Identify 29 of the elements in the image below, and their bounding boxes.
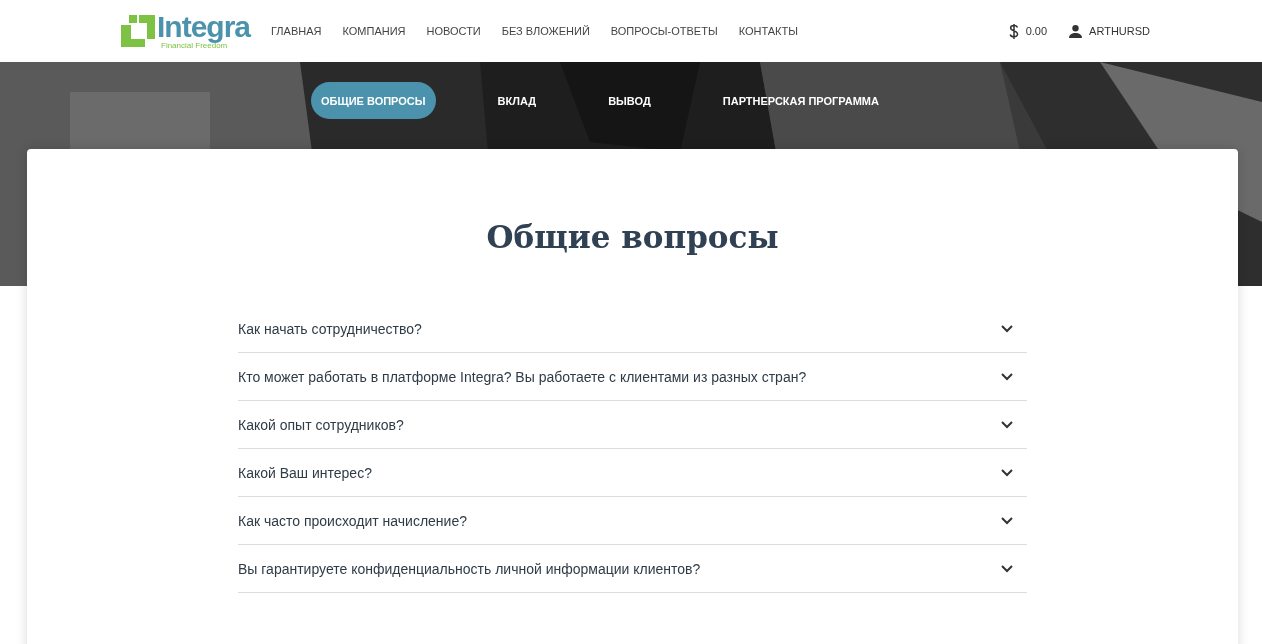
nav-link[interactable]: КОНТАКТЫ bbox=[738, 25, 798, 37]
nav-link[interactable]: ВОПРОСЫ-ОТВЕТЫ bbox=[610, 25, 718, 37]
faq-item[interactable]: Какой Ваш интерес? bbox=[238, 449, 1027, 497]
logo-name: Integra bbox=[157, 12, 251, 42]
nav-link[interactable]: НОВОСТИ bbox=[426, 25, 481, 37]
chevron-down-icon bbox=[1001, 420, 1013, 429]
logo-tagline: Financial Freedom bbox=[161, 42, 228, 50]
faq-item[interactable]: Какой опыт сотрудников? bbox=[238, 401, 1027, 449]
nav-link[interactable]: ГЛАВНАЯ bbox=[271, 25, 322, 37]
chevron-down-icon bbox=[1001, 324, 1013, 333]
faq-item[interactable]: Вы гарантируете конфиденциальность личной информации клиентов? bbox=[238, 545, 1027, 593]
faq-item[interactable]: Кто может работать в платформе Integra? Вы работаете с клиентами из разных стран? bbox=[238, 353, 1027, 401]
logo-icon bbox=[121, 15, 155, 47]
dollar-icon bbox=[1008, 23, 1019, 39]
faq-item[interactable]: Как часто происходит начисление? bbox=[238, 497, 1027, 545]
tab[interactable]: ВЫВОД bbox=[598, 82, 661, 119]
chevron-down-icon bbox=[1001, 564, 1013, 573]
user-icon bbox=[1069, 24, 1083, 38]
chevron-down-icon bbox=[1001, 372, 1013, 381]
username-link[interactable]: ARTHURSD bbox=[1089, 25, 1150, 37]
tab[interactable]: ПАРТНЕРСКАЯ ПРОГРАММА bbox=[712, 82, 889, 119]
nav-link[interactable]: БЕЗ ВЛОЖЕНИЙ bbox=[501, 25, 590, 37]
tab[interactable]: ВКЛАД bbox=[487, 82, 547, 119]
chevron-down-icon bbox=[1001, 516, 1013, 525]
faq-item[interactable]: Как начать сотрудничество? bbox=[238, 305, 1027, 353]
section-title: Общие вопросы bbox=[485, 219, 780, 255]
balance-amount[interactable]: 0.00 bbox=[1025, 25, 1048, 37]
nav-link[interactable]: КОМПАНИЯ bbox=[342, 25, 406, 37]
chevron-down-icon bbox=[1001, 468, 1013, 477]
